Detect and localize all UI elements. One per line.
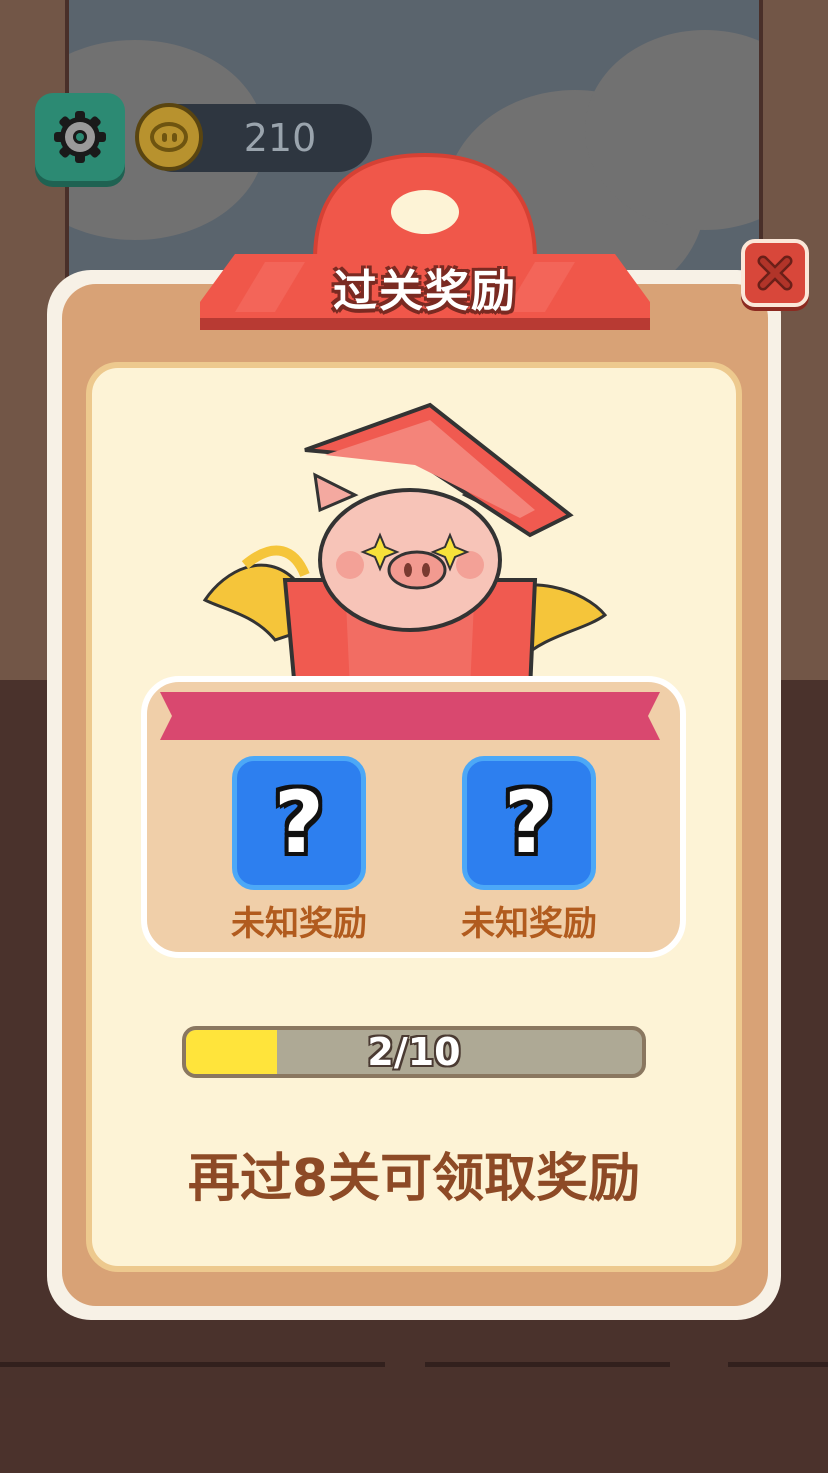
question-mark-icon: ? [232, 756, 366, 890]
coin-snout [150, 122, 188, 152]
question-mark-icon: ? [462, 756, 596, 890]
question-mark-symbol: ? [504, 773, 554, 873]
settings-button[interactable] [35, 93, 125, 181]
progress-text: 2/10 [367, 1030, 461, 1074]
level-progress-bar: 2/10 [182, 1026, 646, 1078]
dialog-title: 过关奖励 [333, 266, 517, 317]
gear-icon [54, 111, 106, 163]
close-button[interactable] [741, 239, 809, 307]
reward-item-2[interactable]: ? [462, 756, 596, 890]
coin-nostril [171, 132, 177, 142]
reward-hint-text: 再过8关可领取奖励 [187, 1149, 641, 1209]
pig-coin-icon [135, 103, 203, 171]
reward-label: 未知奖励 [231, 904, 367, 944]
reward-item-1[interactable]: ? [232, 756, 366, 890]
question-mark-symbol: ? [274, 773, 324, 873]
ribbon-banner [160, 692, 660, 740]
coin-nostril [161, 132, 167, 142]
gift-box-pig-illustration [202, 402, 608, 690]
reward-label: 未知奖励 [461, 904, 597, 944]
close-icon [757, 255, 793, 291]
